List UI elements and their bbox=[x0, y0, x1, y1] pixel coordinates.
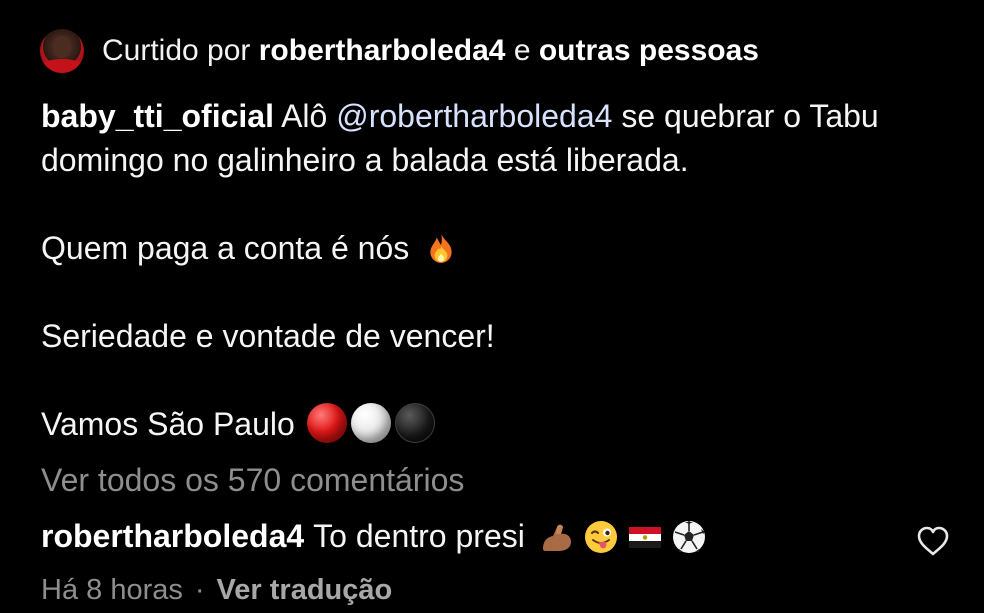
comment-meta-row: Há 8 horas · Ver tradução bbox=[41, 574, 392, 607]
caption-paragraph-1: baby_tti_oficial Alô @robertharboleda4 s… bbox=[41, 94, 941, 182]
caption-mention-link[interactable]: @robertharboleda4 bbox=[336, 98, 612, 134]
see-translation-link[interactable]: Ver tradução bbox=[217, 574, 393, 606]
caption-paragraph-2: Quem paga a conta é nós bbox=[41, 226, 941, 270]
caption-text-start: Alô bbox=[281, 98, 328, 134]
avatar-head-shape bbox=[53, 36, 71, 58]
heart-outline-icon[interactable] bbox=[916, 525, 950, 557]
comment-row: robertharboleda4 To dentro presi bbox=[41, 518, 707, 555]
liked-by-others-link[interactable]: outras pessoas bbox=[539, 34, 759, 67]
caption-paragraph-4: Vamos São Paulo bbox=[41, 402, 941, 446]
caption-username-link[interactable]: baby_tti_oficial bbox=[41, 98, 274, 134]
white-circle-icon bbox=[350, 403, 391, 443]
fire-icon bbox=[430, 233, 452, 263]
caption-paragraph-3: Seriedade e vontade de vencer! bbox=[41, 314, 941, 358]
caption-line-2: Quem paga a conta é nós bbox=[41, 230, 410, 266]
liked-by-connector: e bbox=[513, 34, 531, 67]
flexed-biceps-icon bbox=[542, 524, 571, 551]
comment-username-link[interactable]: robertharboleda4 bbox=[41, 518, 304, 555]
liked-by-user-link[interactable]: robertharboleda4 bbox=[259, 34, 506, 67]
egypt-flag-icon bbox=[628, 526, 661, 548]
liked-by-text: Curtido por robertharboleda4 e outras pe… bbox=[102, 34, 759, 68]
winking-tongue-face-icon bbox=[584, 520, 617, 553]
liked-by-prefix: Curtido por bbox=[102, 34, 251, 67]
comment-timestamp: Há 8 horas bbox=[41, 574, 183, 606]
avatar-shirt-shape bbox=[40, 59, 84, 73]
red-circle-icon bbox=[306, 403, 347, 443]
post-caption: baby_tti_oficial Alô @robertharboleda4 s… bbox=[41, 94, 941, 446]
comment-text: To dentro presi bbox=[313, 518, 525, 554]
meta-separator: · bbox=[194, 574, 205, 606]
view-all-comments-link[interactable]: Ver todos os 570 comentários bbox=[41, 462, 464, 499]
soccer-ball-icon bbox=[672, 520, 705, 553]
caption-line-4: Vamos São Paulo bbox=[41, 406, 295, 442]
liker-avatar[interactable] bbox=[40, 29, 84, 73]
caption-line-3: Seriedade e vontade de vencer! bbox=[41, 318, 495, 354]
black-circle-icon bbox=[394, 403, 435, 443]
liked-by-row[interactable]: Curtido por robertharboleda4 e outras pe… bbox=[40, 28, 759, 74]
